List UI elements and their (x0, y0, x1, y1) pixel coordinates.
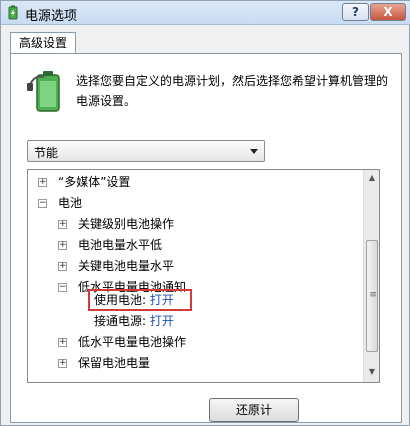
chevron-down-icon (250, 149, 258, 154)
setting-label: 使用电池: (94, 293, 147, 307)
description-text: 选择您要自定义的电源计划，然后选择您希望计算机管理的电源设置。 (76, 74, 389, 108)
power-options-window: 电源选项 ? X 高级设置 选择您要自定义的电源计划，然后选择您希望计算机管理的… (0, 0, 410, 426)
grip-icon: ≡ (369, 290, 377, 300)
tree-item-label: 关键电池电量水平 (78, 259, 175, 273)
collapse-icon[interactable]: − (58, 283, 67, 292)
close-button[interactable]: X (370, 3, 406, 21)
expand-icon[interactable]: + (38, 178, 47, 187)
window-title: 电源选项 (25, 9, 78, 24)
restore-defaults-button[interactable]: 还原计 (209, 398, 299, 422)
title-bar[interactable]: 电源选项 ? X (1, 1, 410, 25)
tree-item-label: 低水平电量电池操作 (78, 335, 187, 349)
expand-icon[interactable]: + (58, 338, 67, 347)
setting-value[interactable]: 打开 (150, 314, 174, 328)
tab-advanced-settings[interactable]: 高级设置 (10, 32, 76, 54)
tree-item-label: 保留电池电量 (78, 356, 151, 370)
tree-item-label: 电池电量水平低 (78, 238, 163, 252)
collapse-icon[interactable]: − (38, 199, 47, 208)
tree-item-label: “多媒体”设置 (58, 175, 131, 189)
scroll-up-icon[interactable]: ▲ (364, 170, 379, 186)
help-button[interactable]: ? (342, 3, 369, 21)
setting-label: 接通电源: (94, 314, 147, 328)
scrollbar-thumb[interactable]: ≡ (366, 240, 378, 352)
tree-item-label: 关键级别电池操作 (78, 217, 175, 231)
expand-icon[interactable]: + (58, 262, 67, 271)
scroll-down-icon[interactable]: ▼ (364, 364, 379, 380)
battery-plug-icon (27, 71, 60, 112)
expand-icon[interactable]: + (58, 359, 67, 368)
setting-plugged-in[interactable]: 接通电源: 打开 (94, 311, 174, 331)
expand-icon[interactable]: + (58, 220, 67, 229)
power-plan-dropdown[interactable]: 节能 (27, 140, 265, 162)
settings-tree[interactable]: + “多媒体”设置 − 电池 + 关键级别电池操作 + 电池电量水平低 + 关键… (27, 169, 380, 383)
expand-icon[interactable]: + (58, 241, 67, 250)
setting-value[interactable]: 打开 (150, 293, 174, 307)
power-options-icon (8, 5, 18, 20)
vertical-scrollbar[interactable]: ▲ ≡ ▼ (363, 170, 379, 382)
tree-item-label: 电池 (58, 196, 83, 210)
dropdown-selected-value: 节能 (34, 146, 59, 160)
setting-on-battery[interactable]: 使用电池: 打开 (94, 290, 174, 310)
